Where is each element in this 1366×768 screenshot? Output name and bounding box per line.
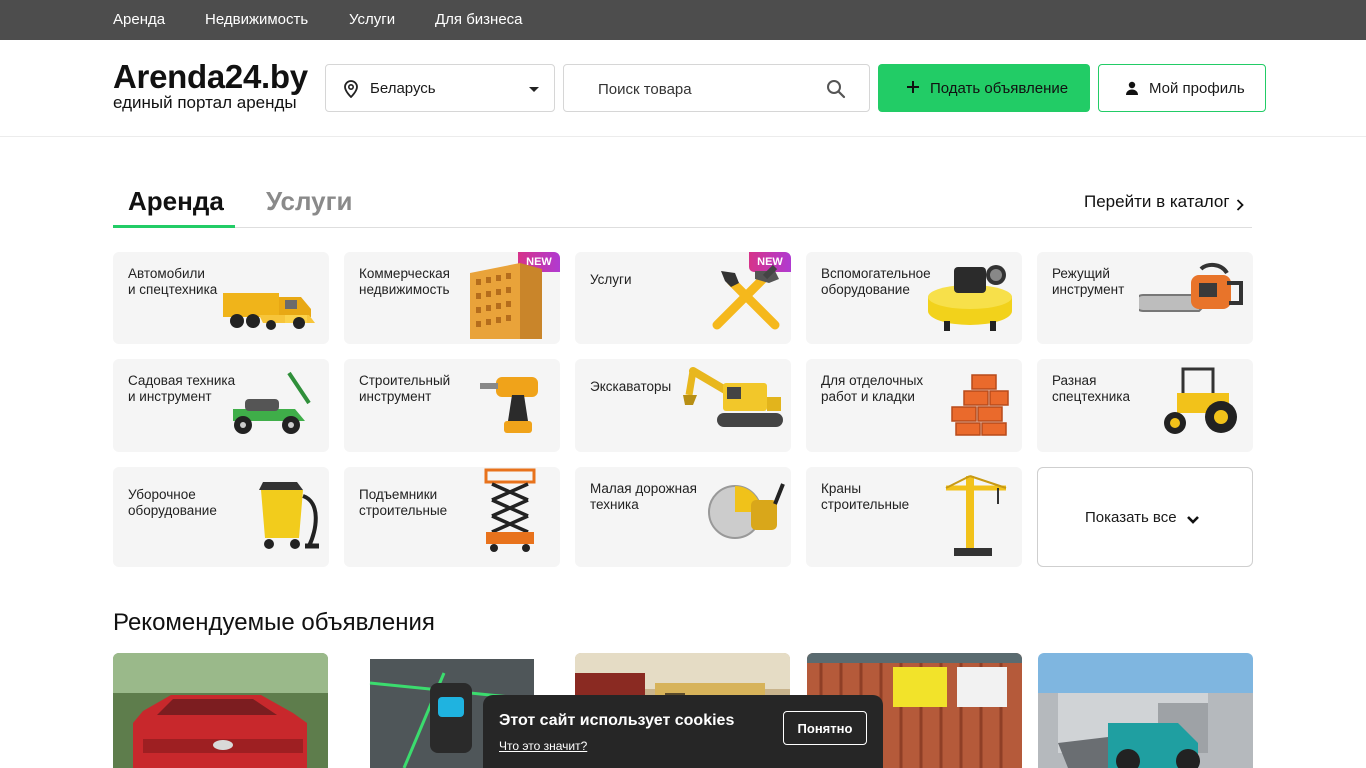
category-name: Услуги (590, 272, 632, 287)
plus-icon (906, 77, 920, 98)
catalog-link-label: Перейти в каталог (1084, 192, 1230, 211)
bricks-icon (942, 367, 1014, 442)
road-cutter-icon (705, 474, 787, 551)
category-card[interactable]: Режущий инструмент (1037, 252, 1253, 344)
crane-icon (940, 470, 1008, 563)
drill-icon (478, 367, 550, 442)
tab-services[interactable]: Услуги (266, 186, 352, 217)
category-card[interactable]: Коммерческая недвижимость NEW (344, 252, 560, 344)
category-name: Строительный инструмент (359, 373, 451, 404)
category-card[interactable]: Уборочное оборудование (113, 467, 329, 567)
recommended-title: Рекомендуемые объявления (113, 609, 435, 636)
hammer-wrench-icon (709, 263, 783, 338)
logo-subtitle: единый портал аренды (113, 93, 297, 112)
search-box (563, 64, 870, 112)
cookie-title: Этот сайт использует cookies (499, 712, 735, 729)
post-ad-label: Подать объявление (930, 80, 1069, 97)
listing-card-loader[interactable] (1038, 653, 1253, 768)
chevron-down-icon (1186, 512, 1200, 530)
compressor-icon (924, 261, 1016, 338)
category-card[interactable]: Экскаваторы (575, 359, 791, 452)
header: Arenda24.by единый портал аренды Беларус… (0, 40, 1366, 137)
caret-down-icon (529, 87, 539, 92)
cookie-accept-button[interactable]: Понятно (783, 711, 867, 745)
user-icon (1125, 81, 1139, 99)
category-card[interactable]: Услуги NEW (575, 252, 791, 344)
topnav-rent[interactable]: Аренда (113, 11, 165, 28)
category-card[interactable]: Автомобили и спецтехника (113, 252, 329, 344)
category-name: Для отделочных работ и кладки (821, 373, 924, 404)
category-name: Вспомогательное оборудование (821, 266, 931, 297)
category-card[interactable]: Строительный инструмент (344, 359, 560, 452)
cookie-info-link[interactable]: Что это значит? (499, 739, 587, 753)
catalog-link[interactable]: Перейти в каталог (1084, 192, 1244, 212)
category-card[interactable]: Малая дорожная техника (575, 467, 791, 567)
topnav-business[interactable]: Для бизнеса (435, 11, 523, 28)
tractor-icon (1157, 365, 1245, 442)
category-name: Уборочное оборудование (128, 487, 217, 518)
dump-truck-icon (219, 275, 323, 340)
tab-rent[interactable]: Аренда (128, 186, 224, 217)
category-name: Малая дорожная техника (590, 481, 697, 512)
region-select[interactable]: Беларусь (325, 64, 555, 112)
category-name: Коммерческая недвижимость (359, 266, 450, 297)
category-card[interactable]: Подъемники строительные (344, 467, 560, 567)
excavator-icon (683, 365, 787, 440)
category-name: Разная спецтехника (1052, 373, 1131, 404)
topnav-realty[interactable]: Недвижимость (205, 11, 308, 28)
region-label: Беларусь (370, 80, 436, 97)
scissor-lift-icon (484, 468, 536, 559)
show-all-button[interactable]: Показать все (1037, 467, 1253, 567)
category-name: Краны строительные (821, 481, 910, 512)
category-name: Садовая техника и инструмент (128, 373, 236, 404)
category-card[interactable]: Краны строительные (806, 467, 1022, 567)
show-all-label: Показать все (1085, 509, 1177, 526)
building-icon (470, 263, 542, 344)
category-name: Подъемники строительные (359, 487, 448, 518)
listing-card-car[interactable] (113, 653, 328, 768)
chevron-right-icon (1236, 196, 1244, 216)
category-name: Экскаваторы (590, 379, 672, 394)
profile-button[interactable]: Мой профиль (1098, 64, 1266, 112)
logo-title[interactable]: Arenda24.by (113, 58, 308, 96)
lawn-mower-icon (229, 369, 321, 442)
category-card[interactable]: Для отделочных работ и кладки (806, 359, 1022, 452)
vacuum-icon (249, 472, 323, 559)
map-pin-icon (344, 80, 358, 103)
top-nav: Аренда Недвижимость Услуги Для бизнеса (0, 0, 1366, 40)
category-name: Режущий инструмент (1052, 266, 1125, 297)
category-name: Автомобили и спецтехника (128, 266, 218, 297)
topnav-services[interactable]: Услуги (349, 11, 395, 28)
category-card[interactable]: Садовая техника и инструмент (113, 359, 329, 452)
tab-active-indicator (113, 225, 235, 228)
tabs-divider (113, 227, 1252, 228)
search-icon[interactable] (826, 79, 846, 104)
chainsaw-icon (1134, 261, 1247, 330)
profile-label: Мой профиль (1149, 80, 1245, 97)
cookie-banner: Этот сайт использует cookies Что это зна… (483, 695, 883, 768)
category-card[interactable]: Вспомогательное оборудование (806, 252, 1022, 344)
category-card[interactable]: Разная спецтехника (1037, 359, 1253, 452)
post-ad-button[interactable]: Подать объявление (878, 64, 1090, 112)
search-input[interactable] (598, 77, 818, 101)
